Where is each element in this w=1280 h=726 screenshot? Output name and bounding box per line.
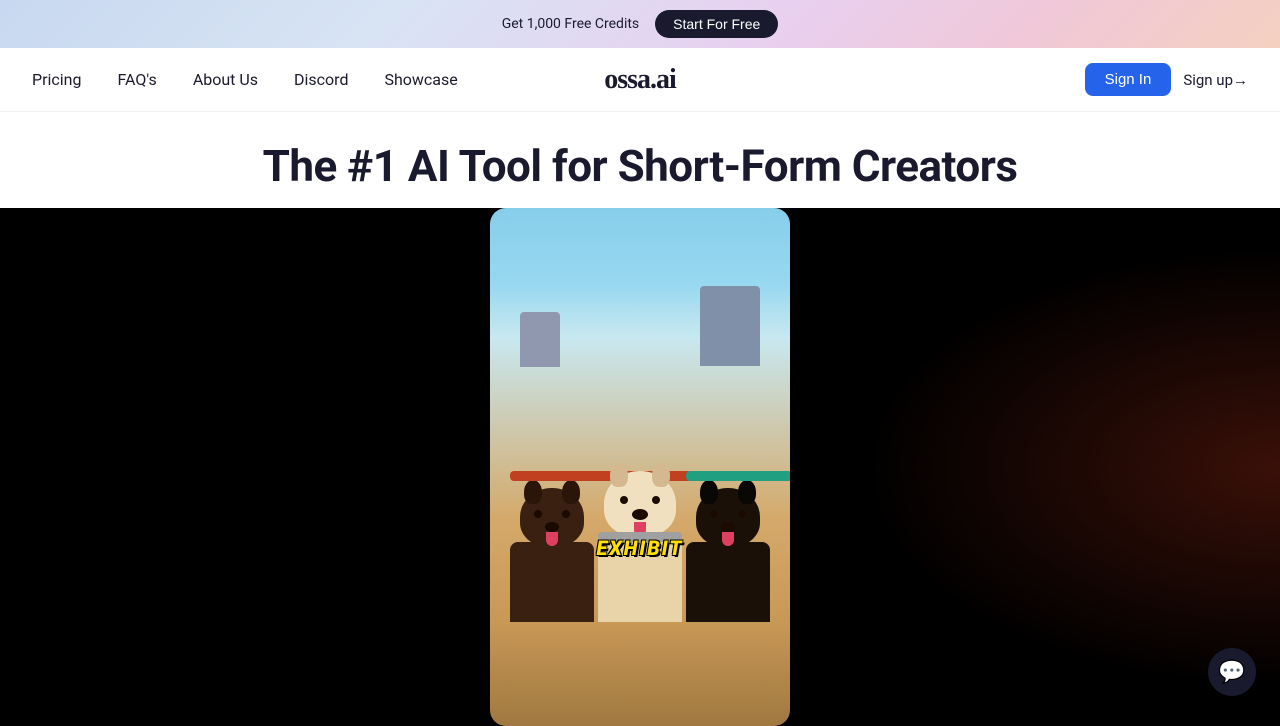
nav-auth: Sign In Sign up→ bbox=[1085, 63, 1248, 96]
dog-left-tongue bbox=[546, 532, 558, 546]
dog-right bbox=[686, 488, 770, 622]
dog-center-ear-left bbox=[610, 463, 628, 487]
dog-right-ear-left bbox=[700, 480, 718, 504]
nav-link-about[interactable]: About Us bbox=[193, 70, 258, 89]
dog-center-eye-left bbox=[620, 496, 628, 504]
bg-building-left bbox=[520, 312, 560, 367]
nav-link-discord[interactable]: Discord bbox=[294, 70, 348, 89]
video-section[interactable]: EXHIBIT bbox=[0, 208, 1280, 726]
dog-center-eye-right bbox=[652, 496, 660, 504]
video-right-shadow bbox=[790, 208, 1280, 726]
video-left-shadow bbox=[0, 208, 490, 726]
chat-button[interactable]: 💬 bbox=[1208, 648, 1256, 696]
navbar: Pricing FAQ's About Us Discord Showcase … bbox=[0, 48, 1280, 112]
dog-right-body bbox=[686, 542, 770, 622]
dog-right-collar bbox=[686, 471, 790, 481]
dog-left-nose bbox=[545, 522, 559, 532]
banner-text: Get 1,000 Free Credits bbox=[502, 16, 639, 32]
sign-up-link[interactable]: Sign up→ bbox=[1183, 71, 1248, 89]
hero-title: The #1 AI Tool for Short-Form Creators bbox=[0, 112, 1280, 208]
dog-right-ear-right bbox=[738, 480, 756, 504]
bg-building-right bbox=[700, 286, 760, 366]
dog-center-ear-right bbox=[652, 463, 670, 487]
chat-icon: 💬 bbox=[1218, 660, 1245, 685]
dog-center-head bbox=[604, 471, 676, 536]
dog-right-eye-right bbox=[738, 510, 746, 518]
top-banner: Get 1,000 Free Credits Start For Free bbox=[0, 0, 1280, 48]
dog-center-nose bbox=[632, 509, 648, 520]
dog-left-ear-left bbox=[524, 480, 542, 504]
dog-left-head bbox=[520, 488, 584, 546]
nav-link-showcase[interactable]: Showcase bbox=[384, 70, 457, 89]
site-logo[interactable]: ossa.ai bbox=[604, 64, 676, 96]
video-player[interactable]: EXHIBIT bbox=[490, 208, 790, 726]
dog-right-head bbox=[696, 488, 760, 546]
dog-left-body bbox=[510, 542, 594, 622]
caption-text: EXHIBIT bbox=[596, 536, 683, 560]
dog-left-eye-left bbox=[534, 510, 542, 518]
nav-links: Pricing FAQ's About Us Discord Showcase bbox=[32, 70, 458, 89]
dog-left-eye-right bbox=[562, 510, 570, 518]
dog-right-nose bbox=[721, 522, 735, 532]
dog-left-ear-right bbox=[562, 480, 580, 504]
dog-right-eye-left bbox=[710, 510, 718, 518]
nav-link-pricing[interactable]: Pricing bbox=[32, 70, 82, 89]
dog-right-tongue bbox=[722, 532, 734, 546]
sign-in-button[interactable]: Sign In bbox=[1085, 63, 1172, 96]
nav-link-faqs[interactable]: FAQ's bbox=[118, 70, 157, 89]
start-for-free-button[interactable]: Start For Free bbox=[655, 10, 778, 38]
dog-left bbox=[510, 488, 594, 622]
video-content: EXHIBIT bbox=[490, 208, 790, 726]
